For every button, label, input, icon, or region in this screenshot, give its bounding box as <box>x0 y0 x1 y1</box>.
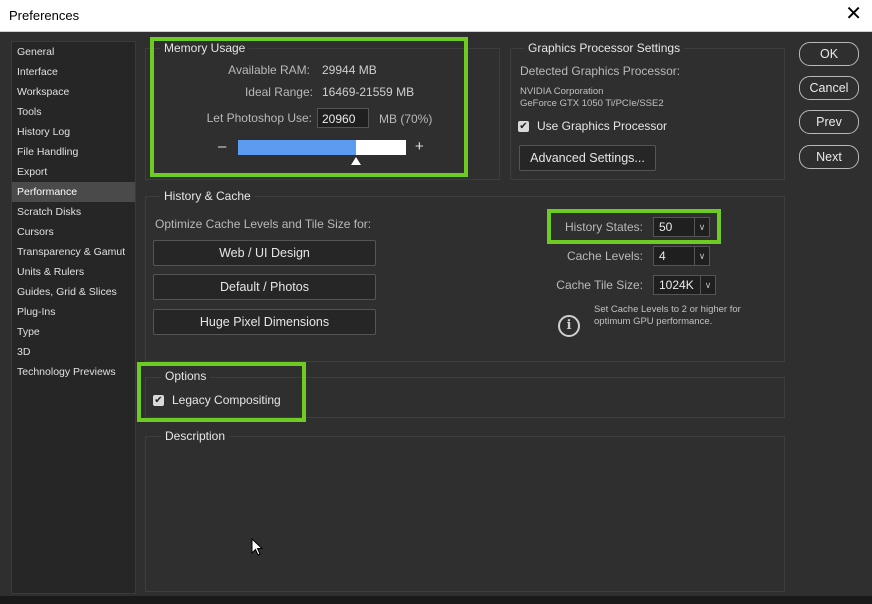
huge-pixel-dimensions-button[interactable]: Huge Pixel Dimensions <box>153 309 376 335</box>
mouse-cursor-icon <box>251 538 263 556</box>
history-cache-legend: History & Cache <box>160 189 255 203</box>
cache-levels-select[interactable]: 4 ∨ <box>653 246 710 266</box>
history-states-highlight <box>547 209 721 244</box>
sidebar-item-general[interactable]: General <box>12 42 135 62</box>
bottom-strip <box>0 596 872 604</box>
cache-tile-size-select[interactable]: 1024K ∨ <box>653 275 716 295</box>
optimize-label: Optimize Cache Levels and Tile Size for: <box>155 217 372 231</box>
title-bar: Preferences ✕ <box>0 0 872 32</box>
sidebar-item-cursors[interactable]: Cursors <box>12 222 135 242</box>
sidebar-item-technology-previews[interactable]: Technology Previews <box>12 362 135 382</box>
web-ui-design-button[interactable]: Web / UI Design <box>153 240 376 266</box>
cache-tile-size-value: 1024K <box>659 278 694 292</box>
use-gpu-checkbox[interactable]: ✔ <box>518 121 529 132</box>
sidebar-item-scratch-disks[interactable]: Scratch Disks <box>12 202 135 222</box>
sidebar-item-workspace[interactable]: Workspace <box>12 82 135 102</box>
sidebar-item-guides-grid-slices[interactable]: Guides, Grid & Slices <box>12 282 135 302</box>
sidebar-item-interface[interactable]: Interface <box>12 62 135 82</box>
gpu-settings-legend: Graphics Processor Settings <box>524 41 685 55</box>
cache-info-line-1: Set Cache Levels to 2 or higher for <box>594 304 741 315</box>
sidebar-item-transparency-gamut[interactable]: Transparency & Gamut <box>12 242 135 262</box>
options-highlight <box>137 362 306 422</box>
next-button[interactable]: Next <box>799 145 859 169</box>
cache-info-line-2: optimum GPU performance. <box>594 316 713 327</box>
sidebar-item-units-rulers[interactable]: Units & Rulers <box>12 262 135 282</box>
sidebar-item-3d[interactable]: 3D <box>12 342 135 362</box>
prev-button[interactable]: Prev <box>799 110 859 134</box>
chevron-down-icon: ∨ <box>700 276 715 294</box>
gpu-vendor: NVIDIA Corporation <box>520 86 604 97</box>
sidebar-item-type[interactable]: Type <box>12 322 135 342</box>
default-photos-button[interactable]: Default / Photos <box>153 274 376 300</box>
use-gpu-label: Use Graphics Processor <box>537 119 668 133</box>
sidebar-item-performance[interactable]: Performance <box>12 182 135 202</box>
ok-button[interactable]: OK <box>799 42 859 66</box>
cancel-button[interactable]: Cancel <box>799 76 859 100</box>
detected-gpu-label: Detected Graphics Processor: <box>520 64 681 78</box>
description-panel <box>145 436 785 592</box>
advanced-settings-button[interactable]: Advanced Settings... <box>519 145 656 171</box>
cache-levels-value: 4 <box>659 249 666 263</box>
close-icon[interactable]: ✕ <box>845 4 862 24</box>
info-icon: i <box>558 315 580 337</box>
sidebar-item-tools[interactable]: Tools <box>12 102 135 122</box>
chevron-down-icon: ∨ <box>694 247 709 265</box>
description-legend: Description <box>161 429 230 443</box>
preferences-sidebar: General Interface Workspace Tools Histor… <box>11 41 136 594</box>
sidebar-item-plug-ins[interactable]: Plug-Ins <box>12 302 135 322</box>
sidebar-item-history-log[interactable]: History Log <box>12 122 135 142</box>
cache-tile-size-label: Cache Tile Size: <box>556 278 643 292</box>
memory-usage-highlight <box>150 37 468 177</box>
sidebar-item-export[interactable]: Export <box>12 162 135 182</box>
sidebar-item-file-handling[interactable]: File Handling <box>12 142 135 162</box>
gpu-model: GeForce GTX 1050 Ti/PCIe/SSE2 <box>520 98 664 109</box>
window-title: Preferences <box>9 8 80 23</box>
cache-levels-label: Cache Levels: <box>566 249 643 263</box>
